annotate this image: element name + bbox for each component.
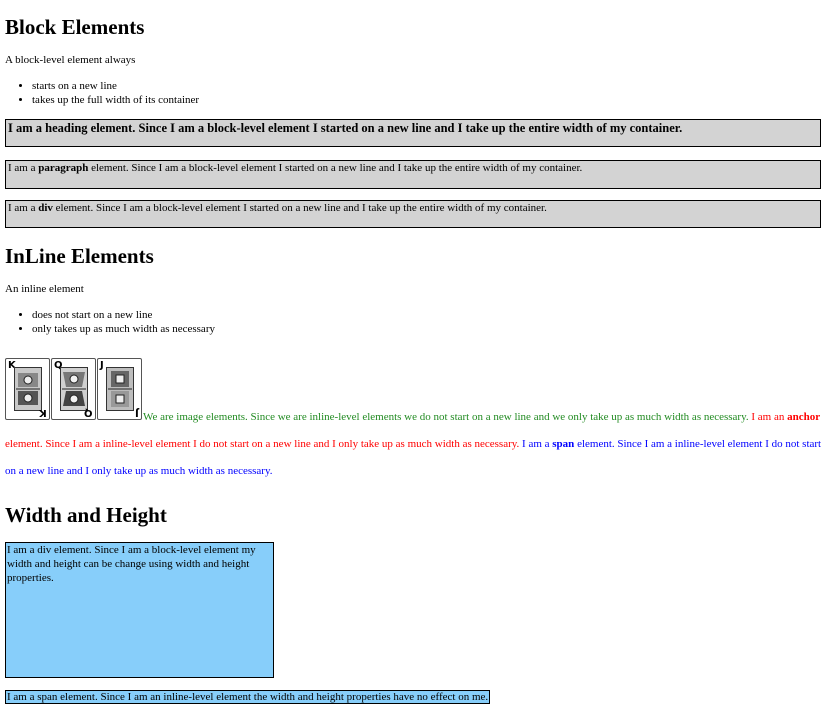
card-rank-rotated: K (39, 407, 47, 418)
block-bullet-list: starts on a new line takes up the full w… (5, 79, 199, 107)
sized-div-text: I am a div element. Since I am a block-l… (7, 544, 256, 584)
heading-element-box: I am a heading element. Since I am a blo… (5, 119, 821, 147)
width-height-heading: Width and Height (5, 503, 167, 527)
div-text-pre: I am a (8, 202, 39, 214)
anchor-text-post: element. Since I am a inline-level eleme… (5, 438, 520, 450)
queen-figure-icon (60, 367, 88, 411)
paragraph-text-post: element. Since I am a block-level elemen… (88, 162, 583, 174)
anchor-bold: anchor (787, 411, 821, 423)
image-elements-text: We are image elements. Since we are inli… (143, 411, 749, 423)
div-element-box: I am a div element. Since I am a block-l… (5, 200, 821, 228)
jack-figure-icon (106, 367, 134, 411)
card-rank-rotated: Q (84, 407, 93, 418)
list-item: takes up the full width of its container (32, 93, 199, 107)
anchor-text-pre: I am an (748, 411, 788, 423)
list-item: does not start on a new line (32, 308, 215, 322)
list-item: starts on a new line (32, 79, 199, 93)
jack-card-image: J J (97, 358, 142, 420)
paragraph-text-pre: I am a (8, 162, 39, 174)
block-elements-heading: Block Elements (5, 15, 145, 39)
sized-div-box: I am a div element. Since I am a block-l… (5, 542, 274, 678)
inline-row: K K Q Q J J We are image elements. Since… (5, 358, 823, 485)
inline-intro: An inline element (5, 283, 84, 295)
inline-elements-heading: InLine Elements (5, 244, 154, 268)
queen-card-image: Q Q (51, 358, 96, 420)
block-intro: A block-level element always (5, 54, 136, 66)
span-text-pre: I am a (519, 438, 553, 450)
div-bold: div (38, 202, 53, 214)
king-figure-icon (14, 367, 42, 411)
paragraph-bold: paragraph (38, 162, 89, 174)
div-text-post: element. Since I am a block-level elemen… (52, 202, 547, 214)
card-rank: J (100, 360, 104, 371)
king-card-image: K K (5, 358, 50, 420)
card-rank-rotated: J (135, 407, 139, 418)
inline-bullet-list: does not start on a new line only takes … (5, 308, 215, 336)
sized-span-box: I am a span element. Since I am an inlin… (5, 690, 491, 704)
sized-span-line: I am a span element. Since I am an inlin… (5, 690, 491, 705)
paragraph-element-box: I am a paragraph element. Since I am a b… (5, 160, 821, 189)
span-bold: span (552, 438, 575, 450)
list-item: only takes up as much width as necessary (32, 322, 215, 336)
heading-element-text: I am a heading element. Since I am a blo… (8, 121, 683, 135)
